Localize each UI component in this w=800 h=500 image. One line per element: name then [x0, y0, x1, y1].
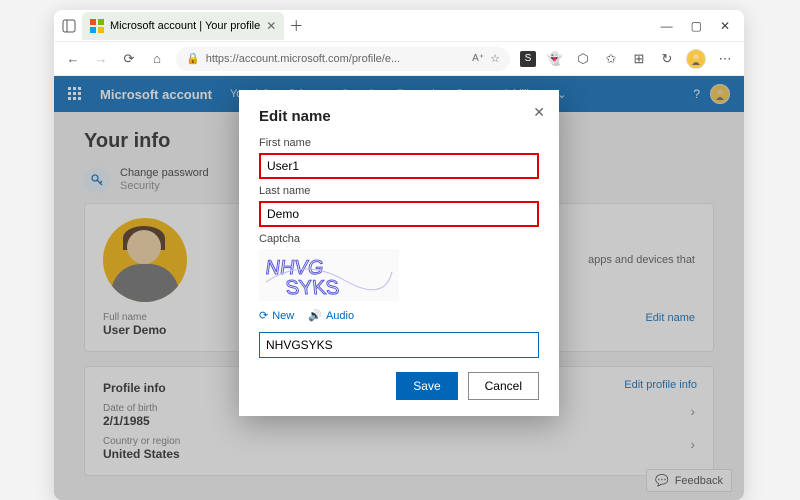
- svg-text:SYKS: SYKS: [285, 277, 341, 298]
- ms-favicon-icon: [90, 19, 104, 33]
- save-button[interactable]: Save: [396, 372, 457, 400]
- collections-icon[interactable]: ⊞: [630, 50, 648, 68]
- reader-icon[interactable]: A⁺: [472, 53, 484, 64]
- first-name-input[interactable]: [259, 153, 539, 179]
- tab-close-icon[interactable]: ✕: [266, 19, 276, 33]
- first-name-label: First name: [259, 137, 539, 149]
- captcha-image: NHVG SYKS: [259, 249, 399, 301]
- last-name-label: Last name: [259, 185, 539, 197]
- favorite-icon[interactable]: ☆: [490, 52, 500, 65]
- page-content: Microsoft account Your info Privacy Secu…: [54, 76, 744, 500]
- lock-icon: 🔒: [186, 52, 200, 65]
- modal-close-icon[interactable]: ✕: [533, 104, 545, 121]
- browser-tab[interactable]: Microsoft account | Your profile ✕: [82, 12, 284, 40]
- extensions-icon[interactable]: ⬡: [574, 50, 592, 68]
- window-close-icon[interactable]: ✕: [720, 19, 730, 33]
- modal-title: Edit name: [259, 108, 539, 125]
- side-panel-icon[interactable]: [62, 19, 76, 33]
- captcha-audio-button[interactable]: 🔊Audio: [308, 309, 354, 322]
- tab-title: Microsoft account | Your profile: [110, 20, 260, 32]
- browser-toolbar: ← → ⟳ ⌂ 🔒 https://account.microsoft.com/…: [54, 42, 744, 76]
- ext-s-icon[interactable]: S: [520, 51, 536, 67]
- edit-name-modal: ✕ Edit name First name Last name Captcha…: [239, 90, 559, 416]
- captcha-label: Captcha: [259, 233, 539, 245]
- new-tab-button[interactable]: ＋: [284, 16, 308, 36]
- sync-icon[interactable]: ↻: [658, 50, 676, 68]
- url-text: https://account.microsoft.com/profile/e.…: [206, 53, 400, 65]
- titlebar: Microsoft account | Your profile ✕ ＋ — ▢…: [54, 10, 744, 42]
- audio-icon: 🔊: [308, 309, 322, 322]
- more-icon[interactable]: ⋯: [716, 50, 734, 68]
- home-icon[interactable]: ⌂: [148, 50, 166, 68]
- browser-profile-avatar[interactable]: [686, 49, 706, 69]
- svg-text:NHVG: NHVG: [264, 257, 325, 279]
- captcha-new-button[interactable]: ⟳New: [259, 309, 294, 322]
- browser-window: Microsoft account | Your profile ✕ ＋ — ▢…: [54, 10, 744, 500]
- forward-icon[interactable]: →: [92, 50, 110, 68]
- cancel-button[interactable]: Cancel: [468, 372, 539, 400]
- captcha-input[interactable]: [259, 332, 539, 358]
- last-name-input[interactable]: [259, 201, 539, 227]
- favorites-icon[interactable]: ✩: [602, 50, 620, 68]
- window-maximize-icon[interactable]: ▢: [691, 19, 702, 33]
- refresh-icon[interactable]: ⟳: [120, 50, 138, 68]
- ext-ghost-icon[interactable]: 👻: [546, 50, 564, 68]
- address-bar[interactable]: 🔒 https://account.microsoft.com/profile/…: [176, 47, 510, 71]
- refresh-icon: ⟳: [259, 309, 268, 322]
- back-icon[interactable]: ←: [64, 50, 82, 68]
- window-minimize-icon[interactable]: —: [661, 19, 673, 33]
